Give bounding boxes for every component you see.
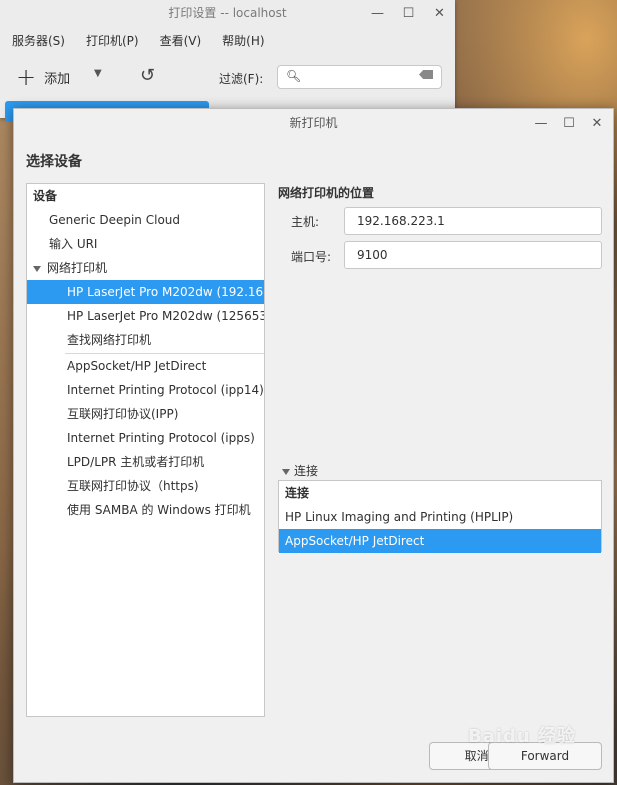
add-label: 添加 [44, 71, 71, 87]
connection-list[interactable]: 连接 HP Linux Imaging and Printing (HPLIP)… [278, 480, 602, 553]
tree-item-ipp[interactable]: 互联网打印协议(IPP) [67, 402, 178, 426]
plus-icon: + [16, 63, 37, 91]
connection-expander-label: 连接 [294, 464, 319, 478]
tree-item-printer-2[interactable]: HP LaserJet Pro M202dw (125653) ( [67, 304, 264, 328]
port-field[interactable]: 9100 [344, 241, 602, 269]
location-section-title: 网络打印机的位置 [278, 186, 375, 200]
tree-item-https[interactable]: 互联网打印协议（https) [67, 474, 199, 498]
tree-item-find-network[interactable]: 查找网络打印机 [67, 328, 151, 352]
watermark: Baidu 经验 [468, 726, 577, 747]
dialog-title: 新打印机 [289, 116, 338, 130]
tree-item-ipps[interactable]: Internet Printing Protocol (ipps) [67, 426, 255, 450]
new-printer-dialog: 新打印机 — ☐ ✕ 选择设备 设备 Generic Deepin Cloud … [13, 108, 614, 783]
expander-down-icon [282, 468, 290, 475]
menu-view[interactable]: 查看(V) [148, 30, 211, 52]
pane-splitter[interactable] [265, 199, 271, 709]
tree-item-appsocket[interactable]: AppSocket/HP JetDirect [67, 354, 206, 378]
filter-label: 过滤(F): [219, 72, 264, 86]
connection-item-hplip[interactable]: HP Linux Imaging and Printing (HPLIP) [279, 505, 601, 529]
menu-help[interactable]: 帮助(H) [210, 30, 273, 52]
tree-root: 设备 [33, 189, 58, 203]
toolbar: + 添加 ▼ ↺ 过滤(F): 🔍︎ [0, 62, 455, 92]
connection-expander[interactable]: 连接 [282, 462, 318, 479]
tree-item-uri[interactable]: 输入 URI [49, 232, 97, 256]
maximize-icon[interactable]: ☐ [393, 0, 424, 26]
tree-item-ipp14[interactable]: Internet Printing Protocol (ipp14) [67, 378, 264, 402]
printer-1-label: HP LaserJet Pro M202dw (192.168.2 [67, 285, 265, 299]
page-title: 选择设备 [26, 154, 82, 170]
search-icon: 🔍︎ [286, 69, 302, 83]
tree-item-lpd[interactable]: LPD/LPR 主机或者打印机 [67, 450, 204, 474]
print-settings-window: 打印设置 -- localhost — ☐ ✕ 服务器(S) 打印机(P) 查看… [0, 0, 455, 121]
tree-item-printer-1[interactable]: HP LaserJet Pro M202dw (192.168.2 [27, 280, 265, 304]
connection-item-appsocket[interactable]: AppSocket/HP JetDirect [279, 529, 601, 553]
port-label: 端口号: [291, 250, 332, 264]
minimize-icon[interactable]: — [362, 0, 393, 26]
add-button[interactable]: + 添加 [16, 65, 70, 89]
device-tree[interactable]: 设备 Generic Deepin Cloud 输入 URI 网络打印机 HP … [26, 183, 265, 717]
menu-printer[interactable]: 打印机(P) [74, 30, 148, 52]
network-group-label: 网络打印机 [47, 261, 108, 275]
menu-server[interactable]: 服务器(S) [0, 30, 74, 52]
clear-icon[interactable] [419, 70, 433, 79]
close-icon[interactable]: ✕ [424, 0, 455, 26]
menubar: 服务器(S) 打印机(P) 查看(V) 帮助(H) [0, 30, 274, 52]
filter-input[interactable]: 🔍︎ [277, 65, 442, 89]
minimize-icon[interactable]: — [527, 110, 555, 136]
tree-group-network[interactable]: 网络打印机 [33, 256, 107, 280]
maximize-icon[interactable]: ☐ [555, 110, 583, 136]
connection-column-header: 连接 [285, 486, 310, 500]
chevron-down-icon[interactable]: ▼ [94, 68, 102, 79]
refresh-icon[interactable]: ↺ [140, 65, 155, 86]
tree-item-generic-cloud[interactable]: Generic Deepin Cloud [49, 208, 180, 232]
expander-down-icon[interactable] [33, 265, 41, 272]
tree-item-samba[interactable]: 使用 SAMBA 的 Windows 打印机 [67, 498, 251, 522]
close-icon[interactable]: ✕ [583, 110, 611, 136]
host-field[interactable]: 192.168.223.1 [344, 207, 602, 235]
host-label: 主机: [291, 215, 320, 229]
